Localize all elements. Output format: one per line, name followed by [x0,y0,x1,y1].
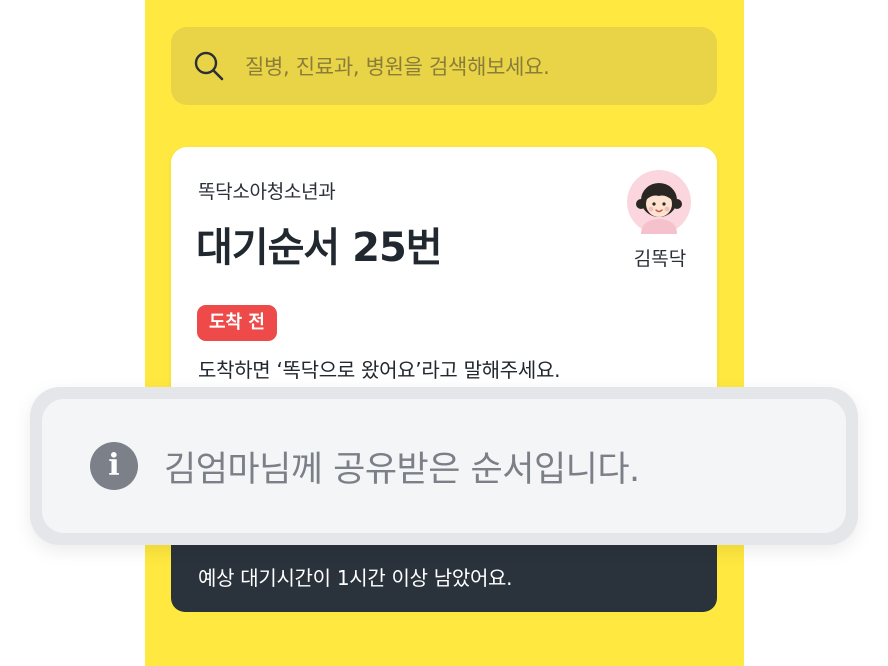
arrival-guide-text: 도착하면 ‘똑닥으로 왔어요’라고 말해주세요. [198,358,561,382]
avatar [627,170,691,234]
search-icon [193,50,225,82]
screen: 질병, 진료과, 병원을 검색해보세요. 똑닥소아청소년과 대기순서 25번 김… [0,0,888,666]
search-bar[interactable]: 질병, 진료과, 병원을 검색해보세요. [171,27,717,105]
shared-order-toast: i 김엄마님께 공유받은 순서입니다. [30,387,858,545]
app-screen: 질병, 진료과, 병원을 검색해보세요. 똑닥소아청소년과 대기순서 25번 김… [145,0,744,666]
wait-time-text: 예상 대기시간이 1시간 이상 남았어요. [198,566,513,590]
toast-message: 김엄마님께 공유받은 순서입니다. [164,449,640,490]
status-badge: 도착 전 [197,305,277,341]
patient-name: 김똑닥 [633,248,687,270]
toast-body: i 김엄마님께 공유받은 순서입니다. [42,399,846,533]
queue-number: 대기순서 25번 [196,225,443,271]
info-icon: i [90,442,138,490]
clinic-name: 똑닥소아청소년과 [198,181,336,203]
search-placeholder: 질병, 진료과, 병원을 검색해보세요. [245,55,550,79]
waiting-card[interactable]: 똑닥소아청소년과 대기순서 25번 김똑닥 도착 전 도착하면 ‘똑닥으로 왔어… [171,147,717,427]
